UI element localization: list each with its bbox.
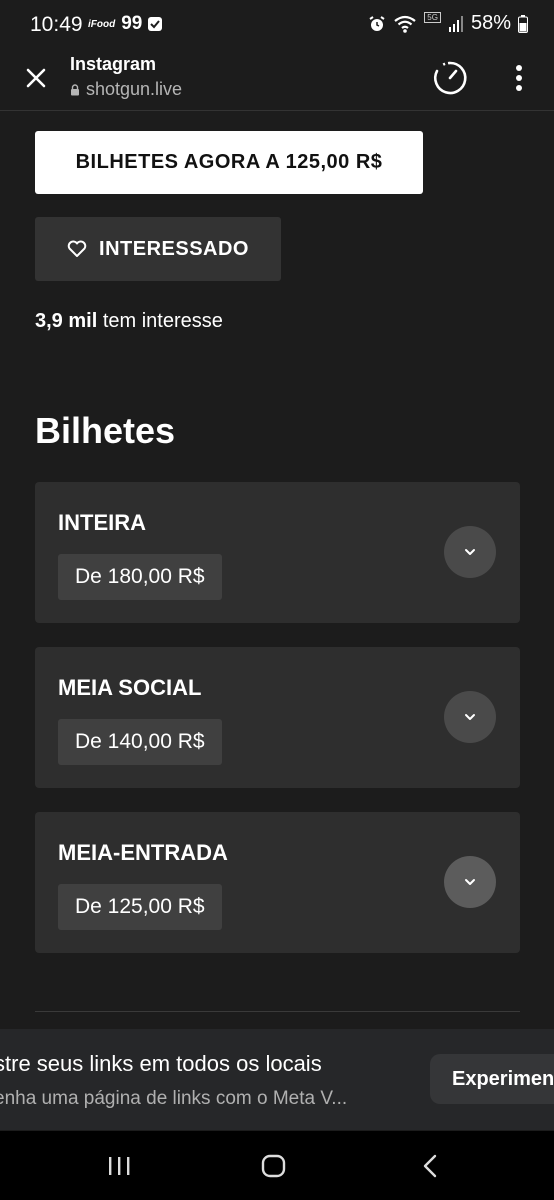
- chevron-down-icon: [465, 879, 475, 885]
- recents-button[interactable]: [106, 1155, 132, 1182]
- ticket-name: MEIA SOCIAL: [58, 675, 202, 700]
- heart-icon: [67, 240, 87, 257]
- ad-cta-button[interactable]: Experimen: [430, 1054, 554, 1104]
- notification-icons: iFood 99: [88, 13, 163, 35]
- ad-subtitle: enha uma página de links com o Meta V...: [0, 1088, 348, 1109]
- buy-tickets-button[interactable]: BILHETES AGORA A 125,00 R$: [35, 131, 423, 194]
- ad-title: stre seus links em todos os locais: [0, 1051, 322, 1076]
- timer-icon: [434, 61, 467, 95]
- ad-banner[interactable]: stre seus links em todos os locais enha …: [0, 1029, 554, 1130]
- browser-toolbar: Instagram shotgun.live: [0, 50, 554, 111]
- url-text: shotgun.live: [86, 79, 183, 99]
- ticket-card-meia-social[interactable]: MEIA SOCIAL De 140,00 R$: [35, 647, 520, 788]
- url-display[interactable]: shotgun.live: [70, 79, 182, 100]
- ticket-price: De 180,00 R$: [58, 554, 222, 600]
- expand-ticket-button[interactable]: [444, 856, 496, 908]
- expand-ticket-button[interactable]: [444, 691, 496, 743]
- ticket-price: De 125,00 R$: [58, 884, 222, 930]
- check-notification-icon: [148, 17, 163, 31]
- status-right-icons: 5G 58%: [368, 12, 528, 35]
- more-options-button[interactable]: [505, 62, 533, 94]
- ticket-name: INTEIRA: [58, 510, 146, 535]
- chevron-down-icon: [465, 549, 475, 555]
- lock-icon: [71, 83, 79, 95]
- expand-ticket-button[interactable]: [444, 526, 496, 578]
- tickets-section-title: Bilhetes: [35, 410, 176, 451]
- recents-icon: [109, 1157, 130, 1175]
- ticket-card-inteira[interactable]: INTEIRA De 180,00 R$: [35, 482, 520, 623]
- battery-percent: 58%: [470, 12, 511, 34]
- interested-button[interactable]: INTERESSADO: [35, 217, 281, 281]
- home-button[interactable]: [261, 1153, 287, 1184]
- status-time: 10:49: [30, 13, 83, 36]
- ifood-notification-icon: iFood: [88, 18, 116, 30]
- timer-button[interactable]: [432, 60, 468, 96]
- interest-count-label: tem interesse: [97, 310, 223, 332]
- chevron-down-icon: [465, 714, 475, 720]
- more-vertical-icon: [516, 65, 522, 91]
- close-icon: [26, 68, 46, 88]
- page-title: Instagram: [70, 54, 157, 74]
- network-type-badge: 5G: [424, 12, 441, 23]
- alarm-icon: [369, 15, 385, 31]
- back-button[interactable]: [420, 1153, 442, 1184]
- ticket-price: De 140,00 R$: [58, 719, 222, 765]
- ticket-name: MEIA-ENTRADA: [58, 840, 228, 865]
- interested-label: INTERESSADO: [99, 237, 249, 260]
- app99-notification-icon: 99: [121, 13, 143, 34]
- wifi-icon: [394, 15, 416, 33]
- ticket-card-meia-entrada[interactable]: MEIA-ENTRADA De 125,00 R$: [35, 812, 520, 953]
- signal-icon: [448, 15, 463, 32]
- home-icon: [261, 1154, 286, 1178]
- status-bar: 10:49 iFood 99 5G 58%: [0, 0, 554, 50]
- close-button[interactable]: [22, 64, 50, 92]
- section-divider: [35, 1011, 520, 1012]
- interest-count: 3,9 mil tem interesse: [35, 310, 223, 333]
- system-navigation-bar: [0, 1131, 554, 1200]
- back-icon: [423, 1154, 437, 1178]
- battery-icon: [518, 14, 528, 33]
- interest-count-value: 3,9 mil: [35, 310, 98, 332]
